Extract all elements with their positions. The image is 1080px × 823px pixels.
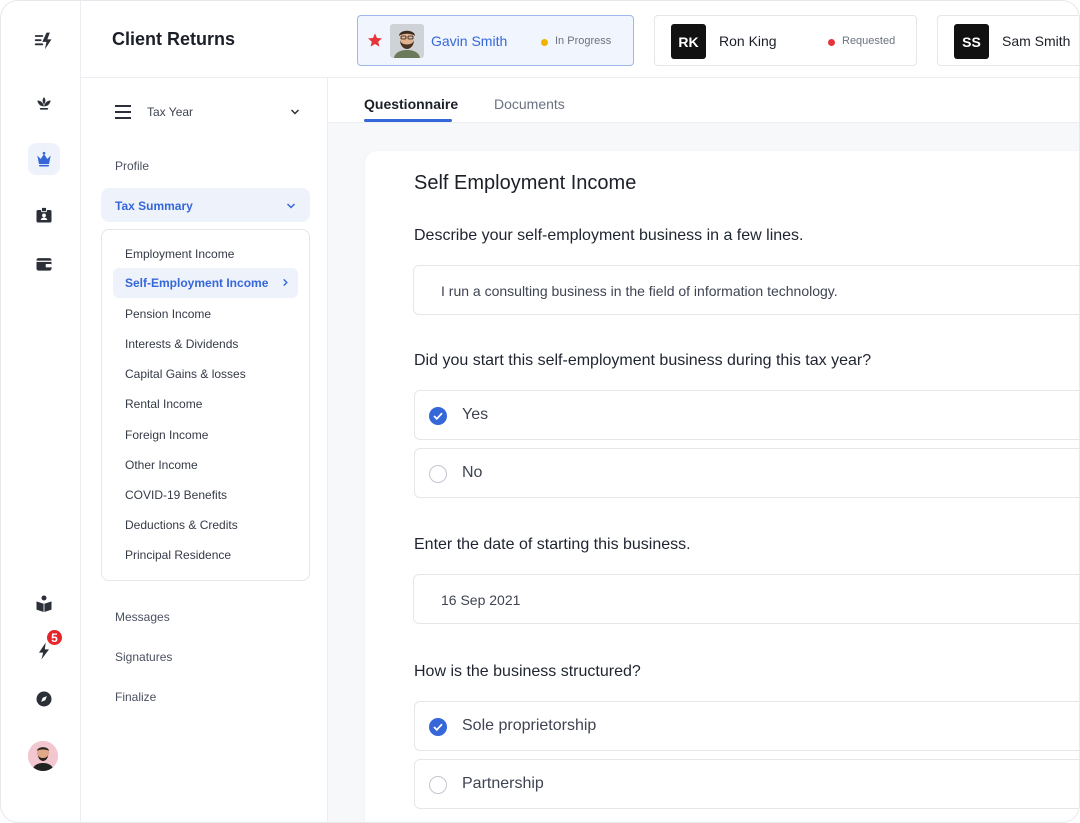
return-sections-nav: Tax Year Profile Tax Summary Employment … bbox=[81, 78, 328, 822]
nav-messages[interactable]: Messages bbox=[115, 610, 170, 624]
client-tab-gavin-smith[interactable]: Gavin Smith In Progress bbox=[357, 15, 634, 66]
summary-item-principal-residence[interactable]: Principal Residence bbox=[125, 548, 231, 562]
tax-year-label: Tax Year bbox=[147, 105, 194, 119]
client-initials: SS bbox=[954, 24, 989, 59]
tax-year-select[interactable]: Tax Year bbox=[115, 104, 300, 124]
summary-item-self-employment-income[interactable]: Self-Employment Income bbox=[113, 268, 298, 298]
start-date-value: 16 Sep 2021 bbox=[441, 592, 521, 608]
chevron-down-icon bbox=[286, 203, 296, 209]
summary-item-foreign-income[interactable]: Foreign Income bbox=[125, 428, 208, 442]
nav-profile[interactable]: Profile bbox=[115, 159, 149, 173]
client-initials: RK bbox=[671, 24, 706, 59]
user-avatar[interactable] bbox=[28, 741, 58, 771]
option-partnership[interactable]: Partnership bbox=[414, 759, 1079, 809]
wallet-icon[interactable] bbox=[28, 248, 60, 280]
option-label: No bbox=[462, 464, 483, 481]
client-status: In Progress bbox=[555, 35, 612, 47]
nav-signatures[interactable]: Signatures bbox=[115, 650, 172, 664]
client-tab-ron-king[interactable]: RK Ron King Requested bbox=[654, 15, 917, 66]
option-label: Partnership bbox=[462, 775, 544, 792]
summary-item-capital-gains[interactable]: Capital Gains & losses bbox=[125, 367, 246, 381]
option-label: Yes bbox=[462, 406, 489, 423]
radio-checked-icon bbox=[429, 407, 447, 425]
summary-item-label: Self-Employment Income bbox=[125, 276, 269, 290]
client-tab-sam-smith[interactable]: SS Sam Smith bbox=[937, 15, 1079, 66]
tabs-divider bbox=[328, 122, 1079, 123]
status-dot bbox=[541, 39, 548, 46]
option-no[interactable]: No bbox=[414, 448, 1079, 498]
summary-item-covid-benefits[interactable]: COVID-19 Benefits bbox=[125, 488, 227, 502]
star-icon[interactable] bbox=[367, 32, 383, 48]
question-business-structure: How is the business structured? bbox=[414, 663, 641, 680]
client-avatar bbox=[390, 24, 424, 58]
option-label: Sole proprietorship bbox=[462, 717, 597, 734]
page-title: Client Returns bbox=[112, 29, 236, 49]
option-yes[interactable]: Yes bbox=[414, 390, 1079, 440]
question-business-description: Describe your self-employment business i… bbox=[414, 227, 804, 244]
app-window: 5 Client Returns Gavin Smith In Progress… bbox=[0, 0, 1080, 823]
tab-questionnaire[interactable]: Questionnaire bbox=[364, 96, 458, 112]
nav-tax-summary[interactable]: Tax Summary bbox=[101, 188, 310, 222]
start-date-input[interactable]: 16 Sep 2021 bbox=[413, 574, 1079, 624]
radio-checked-icon bbox=[429, 718, 447, 736]
id-badge-icon[interactable] bbox=[28, 199, 60, 231]
client-name: Ron King bbox=[719, 33, 777, 49]
summary-item-rental-income[interactable]: Rental Income bbox=[125, 397, 202, 411]
client-name: Sam Smith bbox=[1002, 33, 1071, 49]
notification-count-badge: 5 bbox=[45, 628, 64, 647]
summary-item-pension-income[interactable]: Pension Income bbox=[125, 307, 211, 321]
logo-bolt-icon[interactable] bbox=[28, 25, 60, 57]
radio-unchecked-icon bbox=[429, 465, 447, 483]
status-dot bbox=[828, 39, 835, 46]
radio-unchecked-icon bbox=[429, 776, 447, 794]
nav-finalize[interactable]: Finalize bbox=[115, 690, 156, 704]
menu-icon bbox=[115, 105, 131, 119]
compass-icon[interactable] bbox=[28, 683, 60, 715]
tax-summary-label: Tax Summary bbox=[115, 199, 193, 213]
book-reader-icon[interactable] bbox=[28, 587, 60, 619]
client-name: Gavin Smith bbox=[431, 33, 508, 49]
lotus-icon[interactable] bbox=[28, 87, 60, 119]
chevron-down-icon bbox=[290, 109, 300, 115]
chevron-right-icon bbox=[283, 278, 288, 287]
summary-item-deductions-credits[interactable]: Deductions & Credits bbox=[125, 518, 238, 532]
business-description-value: I run a consulting business in the field… bbox=[441, 283, 838, 299]
question-start-date: Enter the date of starting this business… bbox=[414, 536, 691, 553]
icon-rail: 5 bbox=[1, 1, 81, 822]
tax-summary-list: Employment Income Self-Employment Income… bbox=[101, 229, 310, 581]
tab-documents[interactable]: Documents bbox=[494, 96, 565, 112]
client-status: Requested bbox=[842, 35, 896, 47]
summary-item-other-income[interactable]: Other Income bbox=[125, 458, 198, 472]
option-sole-proprietorship[interactable]: Sole proprietorship bbox=[414, 701, 1079, 751]
section-title: Self Employment Income bbox=[414, 172, 637, 194]
summary-item-employment-income[interactable]: Employment Income bbox=[125, 247, 234, 261]
business-description-input[interactable]: I run a consulting business in the field… bbox=[413, 265, 1079, 315]
question-started-this-year: Did you start this self-employment busin… bbox=[414, 352, 872, 369]
crown-icon[interactable] bbox=[28, 143, 60, 175]
summary-item-interests-dividends[interactable]: Interests & Dividends bbox=[125, 337, 238, 351]
